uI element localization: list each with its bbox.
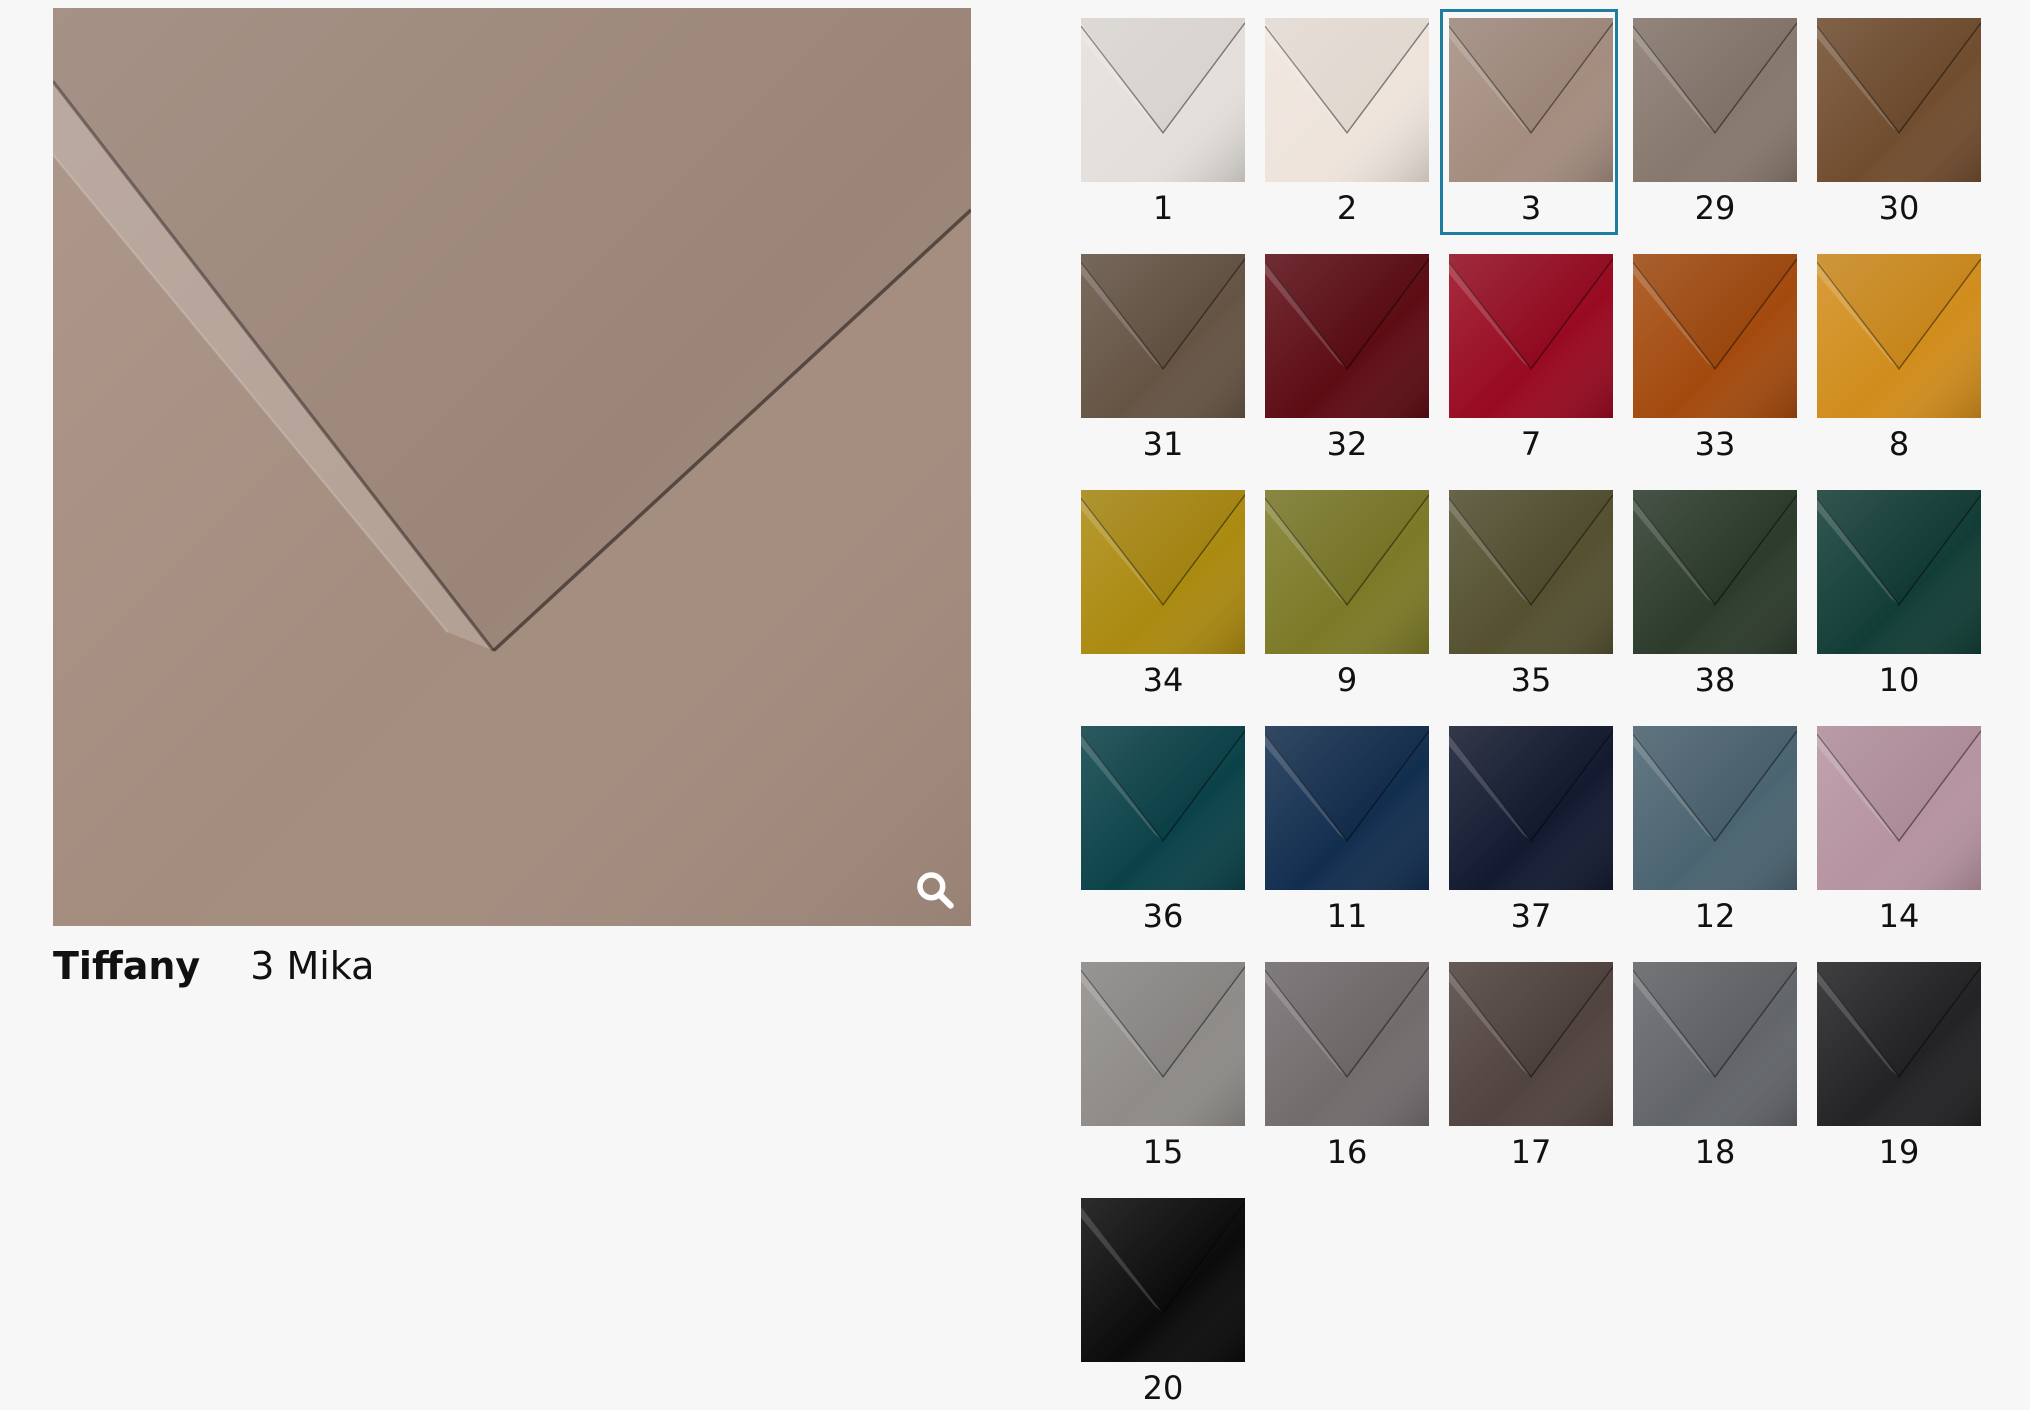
swatch-label: 2 <box>1336 189 1358 227</box>
swatch-label: 20 <box>1142 1369 1184 1407</box>
swatch-item[interactable]: 18 <box>1633 962 1797 1174</box>
swatch-label: 10 <box>1878 661 1920 699</box>
swatch-thumbnail <box>1081 18 1245 182</box>
swatch-label: 38 <box>1694 661 1736 699</box>
fabric-image-svg <box>53 8 971 926</box>
swatch-label: 12 <box>1694 897 1736 935</box>
swatch-item[interactable]: 15 <box>1081 962 1245 1174</box>
swatch-thumbnail <box>1817 18 1981 182</box>
swatch-item[interactable]: 8 <box>1817 254 1981 466</box>
swatch-thumbnail <box>1265 18 1429 182</box>
swatch-item[interactable]: 38 <box>1633 490 1797 702</box>
swatch-label: 18 <box>1694 1133 1736 1171</box>
swatch-item[interactable]: 9 <box>1265 490 1429 702</box>
swatch-item[interactable]: 20 <box>1081 1198 1245 1410</box>
swatch-label: 29 <box>1694 189 1736 227</box>
swatch-label: 17 <box>1510 1133 1552 1171</box>
swatch-thumbnail <box>1265 254 1429 418</box>
swatch-item[interactable]: 35 <box>1449 490 1613 702</box>
swatch-thumbnail <box>1449 254 1613 418</box>
swatch-item[interactable]: 34 <box>1081 490 1245 702</box>
fabric-caption: Tiffany 3 Mika <box>53 942 374 990</box>
swatch-thumbnail <box>1265 962 1429 1126</box>
swatch-thumbnail <box>1265 490 1429 654</box>
swatch-label: 32 <box>1326 425 1368 463</box>
swatch-thumbnail <box>1817 726 1981 890</box>
main-fabric-image[interactable] <box>53 8 971 926</box>
swatch-item[interactable]: 31 <box>1081 254 1245 466</box>
swatch-item[interactable]: 14 <box>1817 726 1981 938</box>
swatch-label: 34 <box>1142 661 1184 699</box>
swatch-item[interactable]: 2 <box>1265 18 1429 230</box>
swatch-item[interactable]: 17 <box>1449 962 1613 1174</box>
swatch-thumbnail <box>1633 962 1797 1126</box>
swatch-item[interactable]: 29 <box>1633 18 1797 230</box>
swatch-item[interactable]: 10 <box>1817 490 1981 702</box>
swatch-label: 33 <box>1694 425 1736 463</box>
swatch-thumbnail <box>1633 254 1797 418</box>
swatch-thumbnail <box>1081 1198 1245 1362</box>
swatch-item[interactable]: 3 <box>1440 9 1618 235</box>
swatch-item[interactable]: 19 <box>1817 962 1981 1174</box>
swatch-label: 7 <box>1520 425 1542 463</box>
swatch-thumbnail <box>1081 962 1245 1126</box>
swatch-label: 3 <box>1520 189 1542 227</box>
swatch-grid: 1 2 3 29 30 31 32 7 33 8 34 9 35 38 10 36 11 37 12 14 15 16 17… <box>1081 9 1981 1410</box>
swatch-thumbnail <box>1817 254 1981 418</box>
swatch-thumbnail <box>1449 18 1613 182</box>
swatch-thumbnail <box>1633 18 1797 182</box>
swatch-label: 15 <box>1142 1133 1184 1171</box>
swatch-thumbnail <box>1633 490 1797 654</box>
swatch-label: 37 <box>1510 897 1552 935</box>
swatch-label: 8 <box>1888 425 1910 463</box>
swatch-label: 19 <box>1878 1133 1920 1171</box>
swatch-label: 31 <box>1142 425 1184 463</box>
swatch-item[interactable]: 32 <box>1265 254 1429 466</box>
swatch-item[interactable]: 37 <box>1449 726 1613 938</box>
swatch-thumbnail <box>1081 254 1245 418</box>
swatch-item[interactable]: 1 <box>1081 18 1245 230</box>
swatch-label: 30 <box>1878 189 1920 227</box>
fabric-name: Tiffany <box>53 944 201 988</box>
swatch-item[interactable]: 16 <box>1265 962 1429 1174</box>
swatch-thumbnail <box>1633 726 1797 890</box>
swatch-label: 16 <box>1326 1133 1368 1171</box>
swatch-thumbnail <box>1265 726 1429 890</box>
swatch-thumbnail <box>1081 726 1245 890</box>
swatch-thumbnail <box>1817 490 1981 654</box>
swatch-thumbnail <box>1449 726 1613 890</box>
swatch-thumbnail <box>1449 490 1613 654</box>
swatch-item[interactable]: 7 <box>1449 254 1613 466</box>
swatch-label: 36 <box>1142 897 1184 935</box>
swatch-thumbnail <box>1449 962 1613 1126</box>
search-icon <box>917 872 954 909</box>
swatch-thumbnail <box>1817 962 1981 1126</box>
swatch-label: 14 <box>1878 897 1920 935</box>
swatch-label: 9 <box>1336 661 1358 699</box>
swatch-label: 35 <box>1510 661 1552 699</box>
selected-color-label: 3 Mika <box>250 944 375 988</box>
swatch-thumbnail <box>1081 490 1245 654</box>
swatch-item[interactable]: 36 <box>1081 726 1245 938</box>
swatch-item[interactable]: 12 <box>1633 726 1797 938</box>
swatch-item[interactable]: 33 <box>1633 254 1797 466</box>
swatch-item[interactable]: 11 <box>1265 726 1429 938</box>
swatch-label: 11 <box>1326 897 1368 935</box>
zoom-button[interactable] <box>913 868 957 912</box>
swatch-label: 1 <box>1152 189 1174 227</box>
fabric-lighting <box>53 8 971 926</box>
swatch-item[interactable]: 30 <box>1817 18 1981 230</box>
